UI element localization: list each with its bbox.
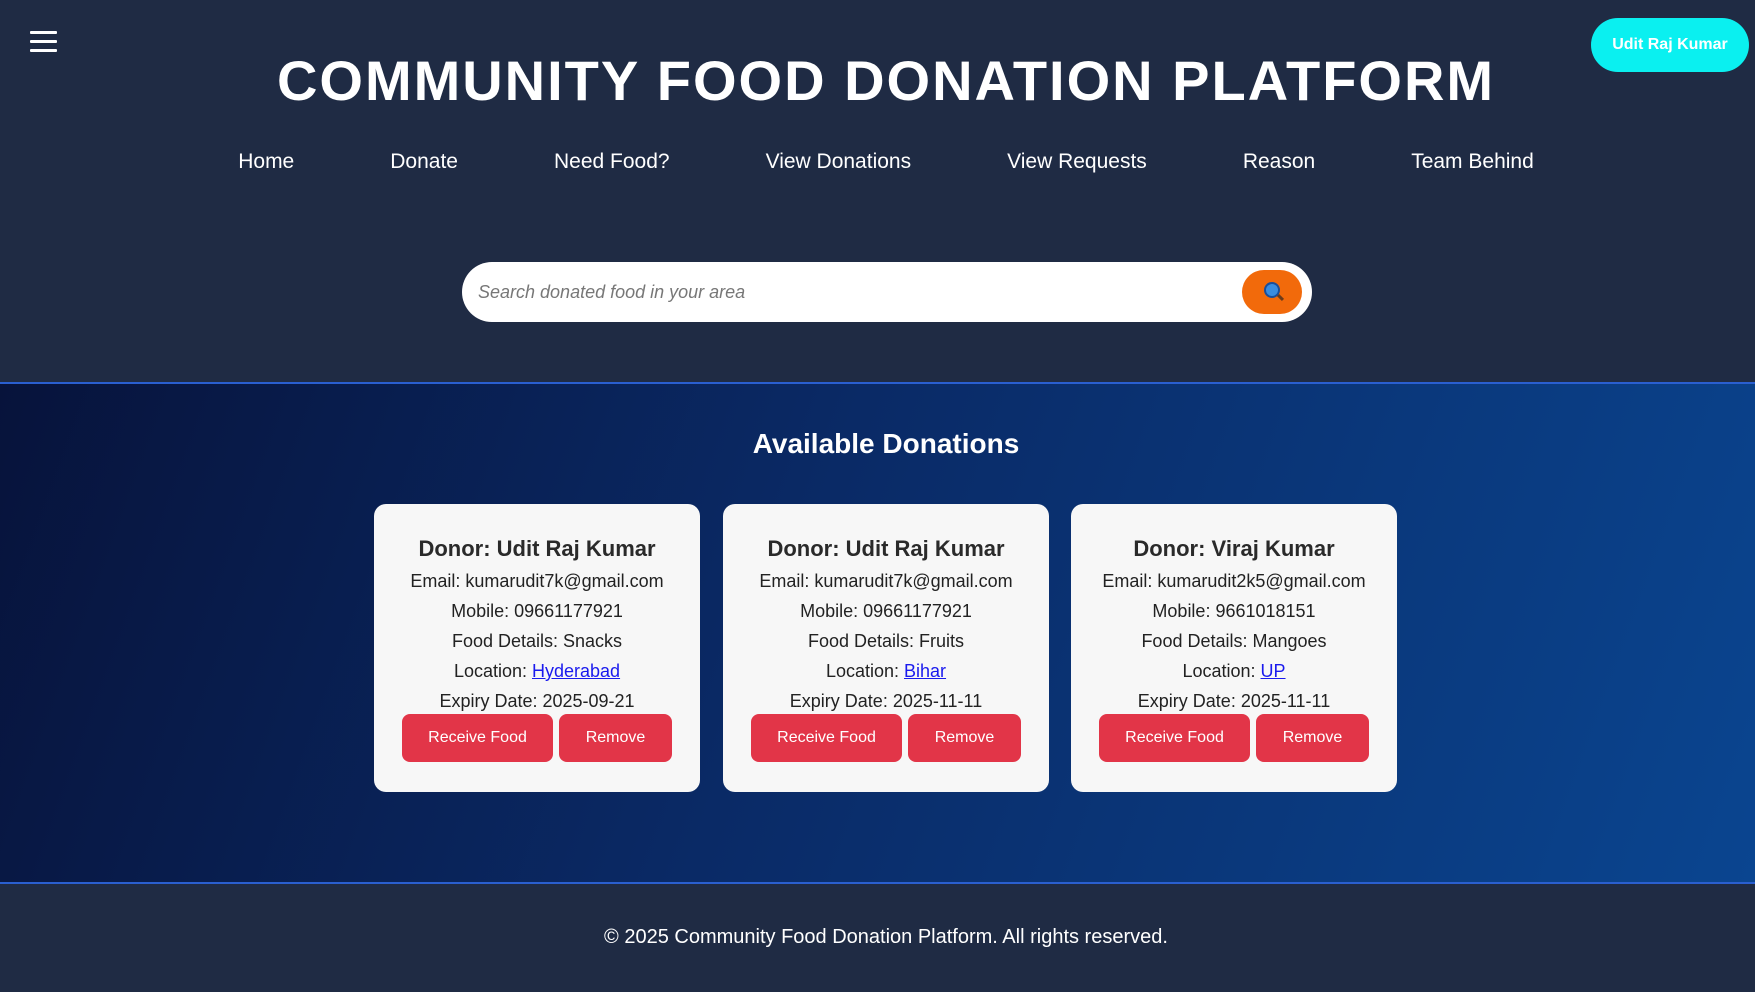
main-nav: Home Donate Need Food? View Donations Vi…	[0, 150, 1755, 174]
donor-mobile: Mobile: 09661177921	[451, 601, 623, 621]
donor-name: Donor: Udit Raj Kumar	[767, 536, 1005, 561]
nav-view-requests[interactable]: View Requests	[959, 150, 1195, 174]
search-bar	[462, 262, 1312, 322]
site-title: COMMUNITY FOOD DONATION PLATFORM	[276, 49, 1496, 112]
donor-email: Email: kumarudit7k@gmail.com	[410, 571, 664, 591]
donor-name: Donor: Viraj Kumar	[1133, 536, 1335, 561]
expiry-date: Expiry Date: 2025-11-11	[789, 691, 983, 711]
remove-button[interactable]: Remove	[1256, 714, 1369, 762]
location: Location: UP	[1071, 660, 1397, 682]
menu-bar	[30, 31, 57, 34]
menu-bar	[30, 40, 57, 43]
nav-team-behind[interactable]: Team Behind	[1363, 150, 1582, 174]
nav-home[interactable]: Home	[190, 150, 342, 174]
donor-email: Email: kumarudit2k5@gmail.com	[1102, 571, 1366, 591]
food-details: Food Details: Fruits	[807, 631, 965, 651]
location-link[interactable]: Hyderabad	[532, 661, 620, 681]
food-details: Food Details: Mangoes	[1141, 631, 1327, 651]
search-button[interactable]	[1242, 270, 1302, 314]
site-header: Udit Raj Kumar COMMUNITY FOOD DONATION P…	[0, 0, 1755, 382]
location-label: Location:	[825, 661, 905, 681]
remove-button[interactable]: Remove	[559, 714, 672, 762]
food-details: Food Details: Snacks	[451, 631, 623, 651]
nav-donate[interactable]: Donate	[342, 150, 506, 174]
copyright-text: © 2025 Community Food Donation Platform.…	[604, 926, 1168, 948]
donor-mobile: Mobile: 9661018151	[1152, 601, 1316, 621]
location: Location: Bihar	[723, 660, 1049, 682]
card-actions: Receive Food Remove	[751, 714, 1021, 762]
donation-card: Donor: Udit Raj Kumar Email: kumarudit7k…	[374, 504, 700, 792]
receive-food-button[interactable]: Receive Food	[402, 714, 553, 762]
card-actions: Receive Food Remove	[1099, 714, 1369, 762]
location-label: Location:	[453, 661, 532, 681]
nav-view-donations[interactable]: View Donations	[718, 150, 960, 174]
section-title: Available Donations	[752, 428, 1020, 459]
donor-email: Email: kumarudit7k@gmail.com	[759, 571, 1013, 591]
expiry-date: Expiry Date: 2025-11-11	[1137, 691, 1331, 711]
site-footer: © 2025 Community Food Donation Platform.…	[0, 884, 1755, 992]
search-input[interactable]	[478, 272, 1218, 312]
donation-card: Donor: Viraj Kumar Email: kumarudit2k5@g…	[1071, 504, 1397, 792]
donor-name: Donor: Udit Raj Kumar	[418, 536, 656, 561]
donations-section: Available Donations Donor: Udit Raj Kuma…	[0, 382, 1755, 884]
magnifier-handle	[1276, 293, 1285, 302]
nav-reason[interactable]: Reason	[1195, 150, 1363, 174]
location-link[interactable]: UP	[1261, 661, 1286, 681]
donation-card: Donor: Udit Raj Kumar Email: kumarudit7k…	[723, 504, 1049, 792]
location: Location: Hyderabad	[374, 660, 700, 682]
donor-mobile: Mobile: 09661177921	[800, 601, 972, 621]
remove-button[interactable]: Remove	[908, 714, 1021, 762]
card-actions: Receive Food Remove	[402, 714, 672, 762]
location-link[interactable]: Bihar	[904, 661, 946, 681]
nav-need-food[interactable]: Need Food?	[506, 150, 718, 174]
location-label: Location:	[1182, 661, 1261, 681]
receive-food-button[interactable]: Receive Food	[751, 714, 902, 762]
expiry-date: Expiry Date: 2025-09-21	[439, 691, 635, 711]
receive-food-button[interactable]: Receive Food	[1099, 714, 1250, 762]
